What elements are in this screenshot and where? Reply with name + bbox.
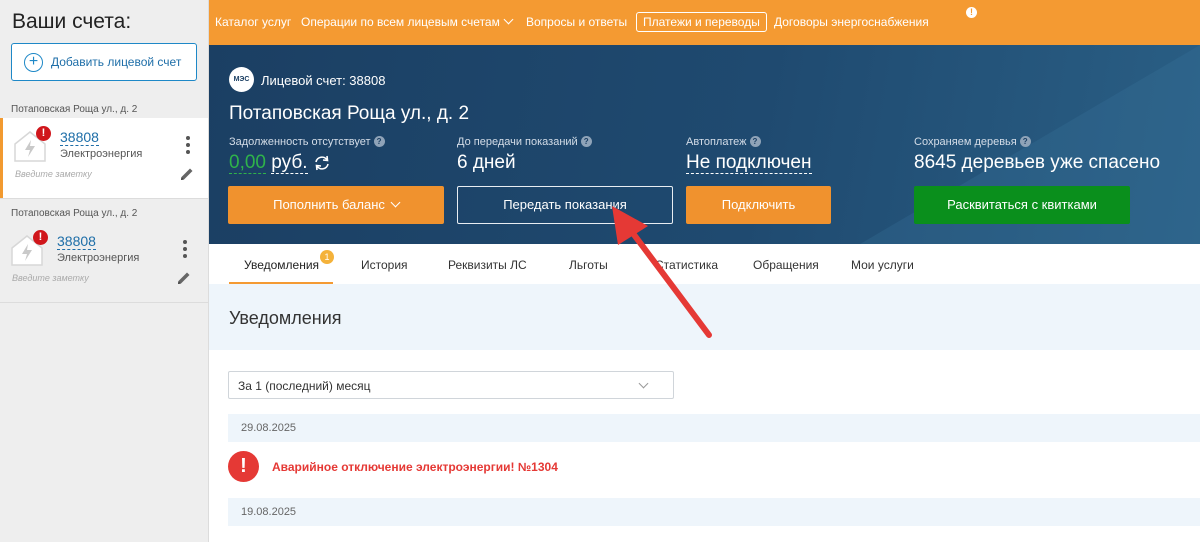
topup-label: Пополнить баланс xyxy=(273,197,385,212)
tab-statistics[interactable]: Статистика xyxy=(655,258,718,272)
note-placeholder[interactable]: Введите заметку xyxy=(15,169,92,179)
autopay-status[interactable]: Не подключен xyxy=(686,152,812,174)
autopay-caption: Автоплатеж? xyxy=(686,136,761,148)
sidebar-title: Ваши счета: xyxy=(12,10,132,33)
more-menu-icon[interactable] xyxy=(183,240,187,261)
tab-notifications[interactable]: Уведомления xyxy=(244,258,319,272)
hero-address: Потаповская Роща ул., д. 2 xyxy=(229,103,470,124)
pencil-icon[interactable] xyxy=(179,166,195,182)
account-number-link[interactable]: 38808 xyxy=(60,129,99,146)
add-account-button[interactable]: + Добавить лицевой счет xyxy=(11,43,197,81)
more-menu-icon[interactable] xyxy=(186,136,190,157)
account-address: Потаповская Роща ул., д. 2 xyxy=(11,104,138,115)
debt-value: 0,00 руб. xyxy=(229,152,308,174)
help-icon[interactable]: ? xyxy=(373,136,385,147)
period-select[interactable]: За 1 (последний) месяц xyxy=(228,371,674,399)
divider xyxy=(0,302,208,303)
date-label: 19.08.2025 xyxy=(241,506,297,518)
notifications-header: Уведомления xyxy=(209,284,1200,350)
nav-service-catalog[interactable]: Каталог услуг xyxy=(215,15,291,29)
nav-faq[interactable]: Вопросы и ответы xyxy=(526,15,627,29)
account-type: Электроэнергия xyxy=(60,148,143,160)
alert-badge: ! xyxy=(33,230,48,245)
notification-item[interactable]: Аварийное отключение электроэнергии! №13… xyxy=(272,460,558,474)
company-logo: МЭС xyxy=(229,67,254,92)
section-title: Уведомления xyxy=(229,308,342,328)
notification-dot: ! xyxy=(966,7,977,18)
tab-requisites[interactable]: Реквизиты ЛС xyxy=(448,258,527,272)
alert-badge: ! xyxy=(36,126,51,141)
date-group-header: 19.08.2025 xyxy=(228,498,1200,526)
account-label: Лицевой счет: 38808 xyxy=(261,73,386,88)
account-tabs: Уведомления 1 История Реквизиты ЛС Льгот… xyxy=(209,244,1200,285)
alert-icon: ! xyxy=(228,451,259,482)
note-placeholder[interactable]: Введите заметку xyxy=(12,273,89,283)
help-icon[interactable]: ? xyxy=(1019,136,1031,147)
plus-icon: + xyxy=(24,52,43,72)
tab-my-services[interactable]: Мои услуги xyxy=(851,258,914,272)
chevron-down-icon xyxy=(503,14,514,25)
trees-saved: 8645 деревьев уже спасено xyxy=(914,152,1161,173)
account-group: Потаповская Роща ул., д. 2 ! 38808 Элект… xyxy=(0,102,208,199)
tab-benefits[interactable]: Льготы xyxy=(569,258,608,272)
top-navigation: Каталог услуг Операции по всем лицевым с… xyxy=(209,0,1200,45)
nav-contracts[interactable]: Договоры энергоснабжения xyxy=(774,15,929,29)
help-icon[interactable]: ? xyxy=(580,136,592,147)
chevron-down-icon xyxy=(638,378,649,389)
tab-requests[interactable]: Обращения xyxy=(753,258,819,272)
readings-caption-text: До передачи показаний xyxy=(457,136,578,148)
help-icon[interactable]: ? xyxy=(749,136,761,147)
account-number-link[interactable]: 38808 xyxy=(57,233,96,250)
chevron-down-icon xyxy=(390,197,401,208)
debt-caption: Задолженность отсутствует? xyxy=(229,136,385,148)
account-card[interactable]: ! 38808 Электроэнергия Введите заметку xyxy=(0,118,208,198)
account-address: Потаповская Роща ул., д. 2 xyxy=(11,208,138,219)
account-group: Потаповская Роща ул., д. 2 ! 38808 Элект… xyxy=(0,206,208,303)
debt-caption-text: Задолженность отсутствует xyxy=(229,136,371,148)
nav-payments[interactable]: Платежи и переводы xyxy=(636,12,767,32)
tab-count-badge: 1 xyxy=(320,250,334,264)
refresh-icon[interactable] xyxy=(313,154,331,172)
tab-history[interactable]: История xyxy=(361,258,408,272)
trees-caption-text: Сохраняем деревья xyxy=(914,136,1017,148)
period-value: За 1 (последний) месяц xyxy=(238,379,371,393)
trees-caption: Сохраняем деревья? xyxy=(914,136,1031,148)
date-label: 29.08.2025 xyxy=(241,422,297,434)
receipts-button[interactable]: Расквитаться с квитками xyxy=(914,186,1130,224)
divider xyxy=(0,198,208,199)
pencil-icon[interactable] xyxy=(176,270,192,286)
readings-caption: До передачи показаний? xyxy=(457,136,592,148)
connect-autopay-button[interactable]: Подключить xyxy=(686,186,831,224)
account-hero: МЭС Лицевой счет: 38808 Потаповская Роща… xyxy=(209,45,1200,244)
submit-readings-button[interactable]: Передать показания xyxy=(457,186,673,224)
debt-amount: 0,00 xyxy=(229,152,266,174)
add-account-label: Добавить лицевой счет xyxy=(51,55,182,69)
notifications-panel: Уведомления За 1 (последний) месяц 29.08… xyxy=(209,284,1200,542)
accounts-sidebar: Ваши счета: + Добавить лицевой счет Пота… xyxy=(0,0,209,542)
date-group-header: 29.08.2025 xyxy=(228,414,1200,442)
nav-all-accounts-operations[interactable]: Операции по всем лицевым счетам xyxy=(301,14,514,29)
nav-label: Операции по всем лицевым счетам xyxy=(301,15,500,29)
autopay-caption-text: Автоплатеж xyxy=(686,136,747,148)
topup-balance-button[interactable]: Пополнить баланс xyxy=(228,186,444,224)
account-type: Электроэнергия xyxy=(57,252,140,264)
account-card[interactable]: ! 38808 Электроэнергия Введите заметку xyxy=(0,222,208,302)
readings-days: 6 дней xyxy=(457,152,516,173)
debt-currency: руб. xyxy=(271,152,308,174)
